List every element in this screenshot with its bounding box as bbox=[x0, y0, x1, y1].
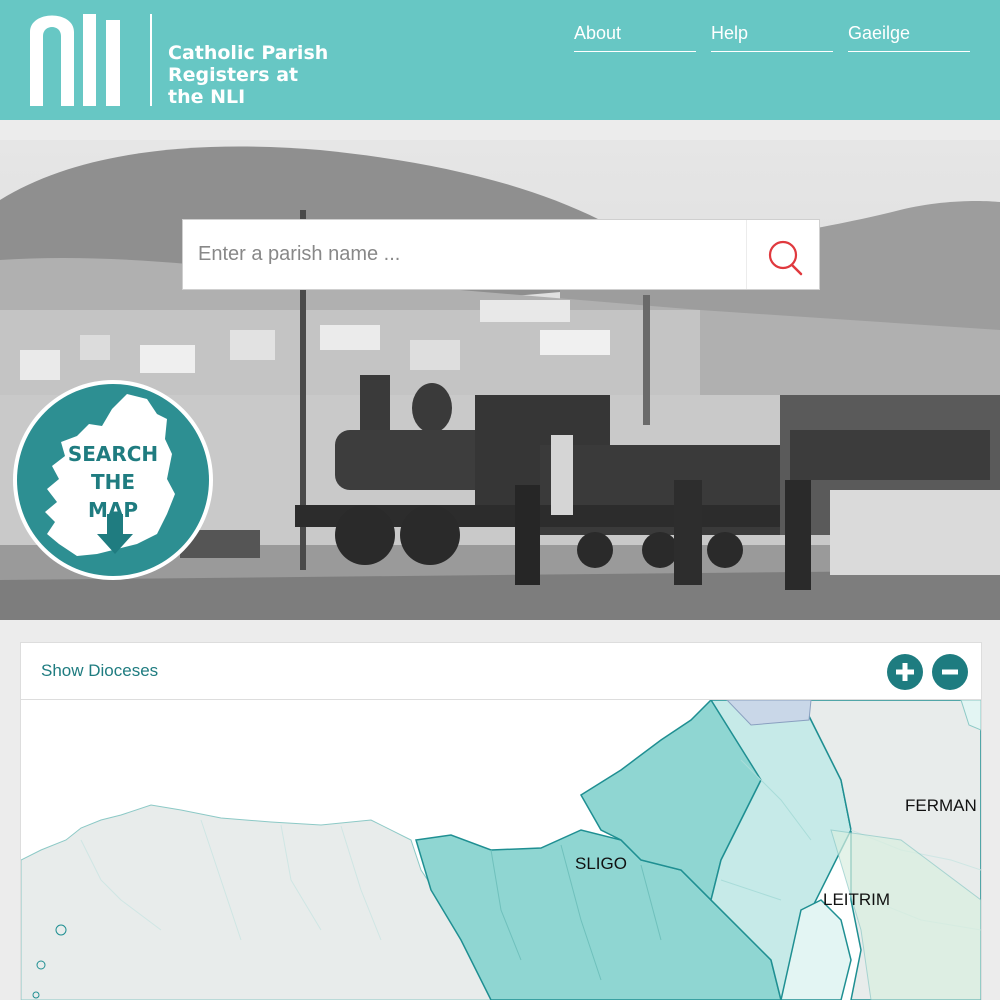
parish-map[interactable]: SLIGO LEITRIM FERMAN bbox=[21, 700, 981, 1000]
nav-gaeilge-link[interactable]: Gaeilge bbox=[848, 20, 970, 52]
nli-logo[interactable] bbox=[30, 14, 134, 106]
zoom-in-button[interactable] bbox=[887, 654, 923, 690]
logo-divider bbox=[150, 14, 152, 106]
parish-map-canvas bbox=[21, 700, 981, 1000]
site-title-line-2: Registers at bbox=[168, 64, 299, 86]
county-label-leitrim: LEITRIM bbox=[823, 890, 891, 909]
plus-icon bbox=[896, 663, 914, 681]
parish-search-input[interactable] bbox=[183, 220, 743, 289]
county-label-fermanagh: FERMAN bbox=[905, 796, 977, 815]
show-dioceses-toggle[interactable]: Show Dioceses bbox=[41, 661, 158, 681]
badge-line-search: SEARCH bbox=[67, 442, 159, 466]
badge-line-the: THE bbox=[90, 470, 136, 494]
site-title[interactable]: Catholic Parish Registers at the NLI bbox=[168, 42, 338, 108]
badge-line-map: MAP bbox=[87, 498, 139, 522]
search-icon bbox=[768, 240, 803, 276]
search-button[interactable] bbox=[746, 220, 819, 289]
map-panel: Show Dioceses SLIGO LEITRIM FERMAN bbox=[20, 642, 982, 1000]
zoom-out-button[interactable] bbox=[932, 654, 968, 690]
site-header: Catholic Parish Registers at the NLI Abo… bbox=[0, 0, 1000, 120]
site-title-line-1: Catholic Parish bbox=[168, 42, 329, 64]
minus-icon bbox=[942, 669, 958, 675]
map-toolbar: Show Dioceses bbox=[21, 643, 981, 700]
county-label-sligo: SLIGO bbox=[575, 854, 627, 873]
nav-about-link[interactable]: About bbox=[574, 20, 696, 52]
parish-search-box bbox=[182, 219, 820, 290]
site-title-line-3: the NLI bbox=[168, 86, 246, 108]
search-the-map-badge[interactable]: SEARCH THE MAP bbox=[13, 380, 213, 580]
hero-banner: SEARCH THE MAP bbox=[0, 140, 1000, 620]
nav-help-link[interactable]: Help bbox=[711, 20, 833, 52]
